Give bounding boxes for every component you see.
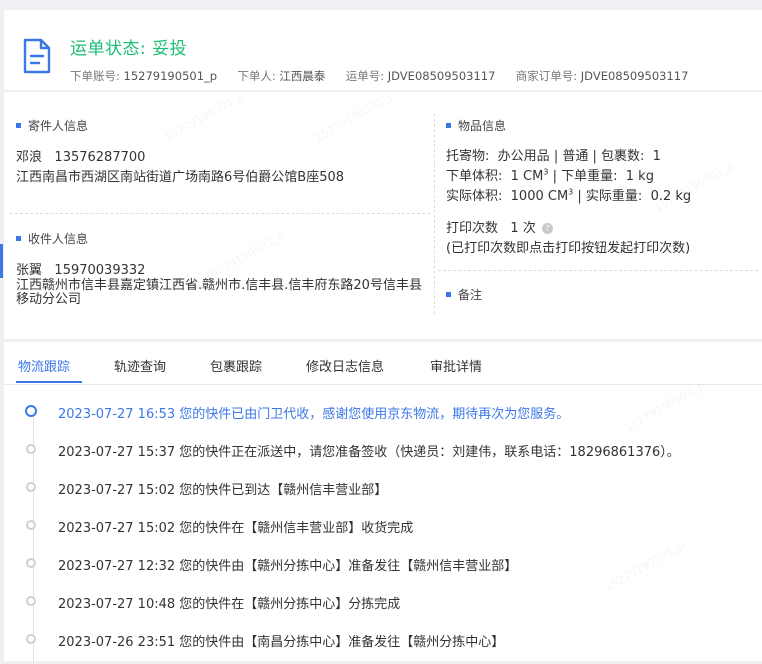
tracking-card: 物流跟踪 轨迹查询 包裹跟踪 修改日志信息 审批详情 2023-07-27 16…	[4, 342, 762, 664]
timeline-node	[26, 444, 36, 454]
timeline-item: 2023-07-27 15:02 您的快件在【赣州信丰营业部】收货完成	[4, 517, 762, 537]
order-account-label: 下单账号:	[70, 69, 120, 83]
tab-package-tracking[interactable]: 包裹跟踪	[210, 356, 262, 375]
side-drawer-handle[interactable]	[0, 244, 3, 278]
active-tab-indicator	[16, 381, 82, 383]
actual-volume: 1000 CM	[510, 189, 569, 204]
section-marker	[446, 292, 451, 297]
print-count-note: (已打印次数即点击打印按钮发起打印次数)	[446, 241, 691, 256]
goods-category: 办公用品	[497, 149, 550, 164]
timeline-item: 2023-07-27 15:02 您的快件已到达【赣州信丰营业部】	[4, 479, 762, 499]
sender-name-phone: 邓浪 13576287700	[16, 146, 145, 165]
section-marker	[446, 123, 451, 128]
divider	[10, 213, 430, 214]
timeline-item: 2023-07-27 10:48 您的快件在【赣州分拣中心】分拣完成	[4, 593, 762, 613]
waybill-no-value: JDVE08509503117	[387, 69, 496, 83]
waybill-meta-row: 下单账号: 15279190501_p 下单人: 江西晨泰 运单号: JDVE0…	[70, 68, 688, 84]
order-volume: 1 CM	[510, 169, 544, 184]
divider	[434, 114, 435, 314]
sender-address: 江西南昌市西湖区南站街道广场南路6号伯爵公馆B座508	[16, 170, 345, 185]
orderer-value: 江西晨泰	[279, 69, 326, 83]
tab-change-log[interactable]: 修改日志信息	[306, 356, 384, 375]
timeline-item: 2023-07-27 15:37 您的快件正在派送中，请您准备签收（快递员：刘建…	[4, 441, 762, 461]
order-weight: 1 kg	[625, 169, 654, 184]
waybill-no-label: 运单号:	[345, 69, 385, 83]
timeline-node	[26, 634, 36, 644]
package-count: 1	[652, 149, 661, 164]
timeline-item: 2023-07-27 16:53 您的快件已由门卫代收，感谢您使用京东物流，期待…	[4, 403, 762, 423]
remarks-section-heading: 备注	[446, 286, 482, 303]
receiver-address: 江西赣州市信丰县嘉定镇江西省.赣州市.信丰县.信丰府东路20号信丰县移动分公司	[16, 278, 422, 307]
timeline-node	[26, 558, 36, 568]
section-marker	[16, 123, 21, 128]
timeline-item: 2023-07-27 12:32 您的快件由【赣州分拣中心】准备发往【赣州信丰营…	[4, 555, 762, 575]
timeline-node	[26, 520, 36, 530]
receiver-name: 张翼	[16, 263, 43, 278]
timeline-node	[26, 482, 36, 492]
goods-service-type: 普通	[562, 149, 589, 164]
sender-phone: 13576287700	[54, 150, 146, 165]
goods-line-category: 托寄物: 办公用品 | 普通 | 包裹数: 1	[446, 149, 661, 164]
shipment-info-card: 寄件人信息 邓浪 13576287700 江西南昌市西湖区南站街道广场南路6号伯…	[4, 92, 762, 339]
divider	[438, 270, 758, 271]
document-icon	[23, 38, 51, 74]
sender-section-heading: 寄件人信息	[16, 117, 88, 134]
timeline-item: 2023-07-26 23:51 您的快件由【南昌分拣中心】准备发往【赣州分拣中…	[4, 631, 762, 651]
print-count-row: 打印次数 1 次?	[446, 217, 553, 236]
order-account-value: 15279190501_p	[123, 69, 218, 83]
receiver-section-heading: 收件人信息	[16, 230, 88, 247]
orderer-label: 下单人:	[237, 69, 276, 83]
tab-approval-details[interactable]: 审批详情	[430, 356, 482, 375]
goods-line-order-size: 下单体积: 1 CM3 | 下单重量: 1 kg	[446, 167, 654, 184]
receiver-name-phone: 张翼 15970039332	[16, 259, 145, 278]
sender-name: 邓浪	[16, 150, 43, 165]
actual-weight: 0.2 kg	[650, 189, 692, 204]
tab-logistics-tracking[interactable]: 物流跟踪	[18, 356, 70, 375]
print-count: 1 次	[510, 221, 536, 236]
tab-bar: 物流跟踪 轨迹查询 包裹跟踪 修改日志信息 审批详情	[4, 342, 762, 385]
timeline-node	[26, 596, 36, 606]
goods-section-heading: 物品信息	[446, 117, 506, 134]
status-card: 运单状态: 妥投 下单账号: 15279190501_p 下单人: 江西晨泰 运…	[4, 10, 762, 90]
merchant-order-label: 商家订单号:	[515, 69, 578, 83]
receiver-phone: 15970039332	[54, 263, 146, 278]
tab-track-query[interactable]: 轨迹查询	[114, 356, 166, 375]
help-icon[interactable]: ?	[541, 223, 553, 234]
waybill-status-title: 运单状态: 妥投	[70, 39, 188, 59]
section-marker	[16, 236, 21, 241]
timeline-current-node	[25, 405, 37, 417]
merchant-order-value: JDVE08509503117	[580, 69, 689, 83]
goods-line-actual-size: 实际体积: 1000 CM3 | 实际重量: 0.2 kg	[446, 187, 692, 204]
